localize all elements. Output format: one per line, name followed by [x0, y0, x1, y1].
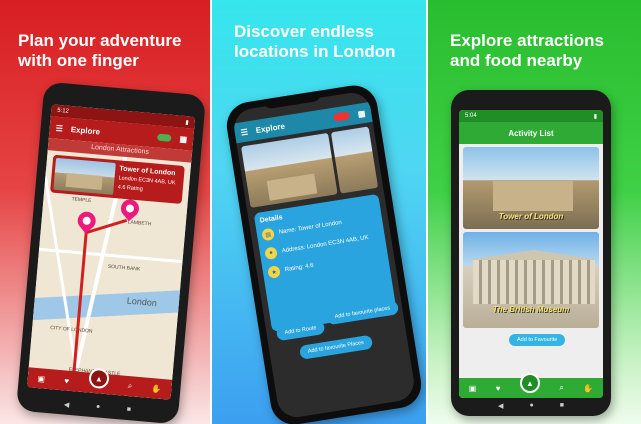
- place-rating: 4.6 Rating: [117, 184, 143, 193]
- battery-icon: ▮: [593, 113, 597, 120]
- recents-icon[interactable]: ■: [560, 402, 564, 410]
- home-icon[interactable]: ●: [96, 403, 101, 411]
- activity-card[interactable]: The British Museum: [463, 232, 599, 328]
- add-to-favourite-button[interactable]: Add to Favourite: [509, 334, 566, 346]
- status-time: 5:12: [56, 107, 70, 115]
- add-to-favourite-places-button-2[interactable]: Add to favourite Places: [298, 334, 373, 360]
- home-icon[interactable]: ●: [529, 402, 533, 410]
- location-icon: ●: [264, 246, 278, 261]
- back-icon[interactable]: ◀: [64, 400, 70, 408]
- phone-screen: ☰ Explore ▦ Details ▤ Name: Tower of Lond…: [231, 90, 417, 420]
- heart-icon[interactable]: ♥: [64, 376, 70, 385]
- phone-screen: 5:04 ▮ Activity List Tower of London The…: [459, 110, 603, 398]
- thumb-icon[interactable]: ✋: [583, 384, 593, 393]
- appbar-title: Activity List: [508, 128, 554, 138]
- building-icon: ▤: [261, 227, 275, 242]
- search-icon[interactable]: ⌕: [127, 381, 132, 391]
- left-headline: Plan your adventure with one finger: [18, 31, 182, 70]
- place-photo: [330, 126, 379, 194]
- detail-address: Address: London EC3N 4AB, UK: [281, 234, 370, 255]
- right-promo-panel: Explore attractions and food nearby 5:04…: [428, 0, 641, 424]
- grid-icon[interactable]: ▦: [357, 108, 366, 118]
- toggle-switch[interactable]: [333, 111, 351, 122]
- map-icon[interactable]: ▣: [469, 384, 477, 393]
- phone-explore-map: 5:12 ▮ ☰ Explore ▦ TEMPLE LAMBETH SOUTH …: [15, 81, 207, 424]
- grid-icon[interactable]: ▦: [179, 134, 187, 144]
- map-label: LAMBETH: [127, 219, 152, 228]
- detail-rating: Rating: 4.6: [284, 262, 315, 274]
- map-icon[interactable]: ▣: [37, 374, 45, 384]
- navigate-icon[interactable]: ▲: [519, 373, 540, 393]
- place-thumbnail: [53, 157, 116, 195]
- map-label: TEMPLE: [71, 196, 92, 205]
- activity-card[interactable]: Tower of London: [463, 147, 599, 229]
- menu-icon[interactable]: ☰: [240, 127, 248, 137]
- back-icon[interactable]: ◀: [498, 402, 503, 410]
- thumb-icon[interactable]: ✋: [151, 384, 162, 394]
- left-promo-panel: Plan your adventure with one finger 5:12…: [0, 0, 210, 424]
- detail-name: Name: Tower of London: [278, 219, 343, 236]
- navigate-icon[interactable]: ▲: [88, 367, 110, 390]
- map-label: SOUTH BANK: [107, 263, 141, 273]
- appbar-title: Explore: [255, 121, 286, 135]
- bottom-nav: ▣ ♥ ▲ ⌕ ✋: [459, 373, 603, 398]
- activity-card-title: The British Museum: [492, 305, 570, 314]
- river-thames: [26, 289, 195, 321]
- right-headline: Explore attractions and food nearby: [450, 31, 604, 70]
- rating-icon: ★: [267, 265, 281, 279]
- toggle-switch[interactable]: [157, 133, 173, 142]
- phone-screen: 5:12 ▮ ☰ Explore ▦ TEMPLE LAMBETH SOUTH …: [26, 104, 196, 400]
- battery-icon: ▮: [185, 119, 189, 126]
- activity-card-title: Tower of London: [498, 212, 564, 221]
- middle-headline: Discover endless locations in London: [234, 22, 396, 61]
- appbar-title: Explore: [70, 124, 101, 137]
- place-photo: [241, 132, 338, 208]
- heart-icon[interactable]: ♥: [496, 384, 501, 393]
- menu-icon[interactable]: ☰: [55, 123, 63, 133]
- recents-icon[interactable]: ■: [126, 406, 131, 414]
- search-icon[interactable]: ⌕: [559, 383, 563, 393]
- status-time: 5:04: [465, 113, 477, 119]
- phone-activity-list: 5:04 ▮ Activity List Tower of London The…: [451, 90, 611, 416]
- middle-promo-panel: Discover endless locations in London ☰ E…: [212, 0, 426, 424]
- phone-details: ☰ Explore ▦ Details ▤ Name: Tower of Lond…: [223, 82, 425, 424]
